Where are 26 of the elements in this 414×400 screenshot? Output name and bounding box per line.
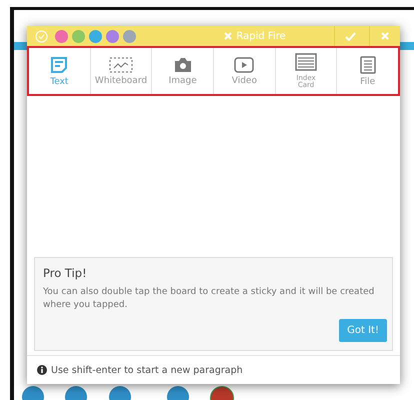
color-dot[interactable] (72, 30, 85, 42)
camera-icon (174, 56, 192, 72)
color-dot[interactable] (55, 30, 68, 42)
color-dot[interactable] (89, 30, 102, 42)
got-it-button[interactable]: Got It! (339, 319, 387, 342)
dialog-title: Rapid Fire (236, 30, 286, 42)
tab[interactable]: File (337, 48, 398, 94)
tab[interactable]: Image (152, 48, 214, 94)
document-icon (360, 56, 376, 74)
close-icon[interactable] (381, 32, 389, 40)
tab[interactable]: Whiteboard (90, 48, 152, 94)
check-circle-icon[interactable] (35, 30, 48, 42)
color-dot[interactable] (106, 30, 119, 42)
tip-title: Pro Tip! (43, 266, 88, 280)
tab[interactable]: Text (29, 48, 90, 94)
card-icon (295, 53, 318, 71)
check-icon[interactable] (344, 32, 356, 40)
note-icon (50, 56, 68, 74)
color-dot[interactable] (123, 30, 136, 42)
hint-text: Use shift-enter to start a new paragraph (51, 364, 243, 376)
tip-text: You can also double tap the board to create a sticky and it will be created where you tapped. (43, 286, 376, 312)
tab[interactable]: Video (214, 48, 275, 94)
info-icon (37, 365, 47, 375)
whiteboard-icon (109, 56, 133, 72)
close-icon (224, 32, 232, 40)
play-icon (234, 56, 254, 72)
